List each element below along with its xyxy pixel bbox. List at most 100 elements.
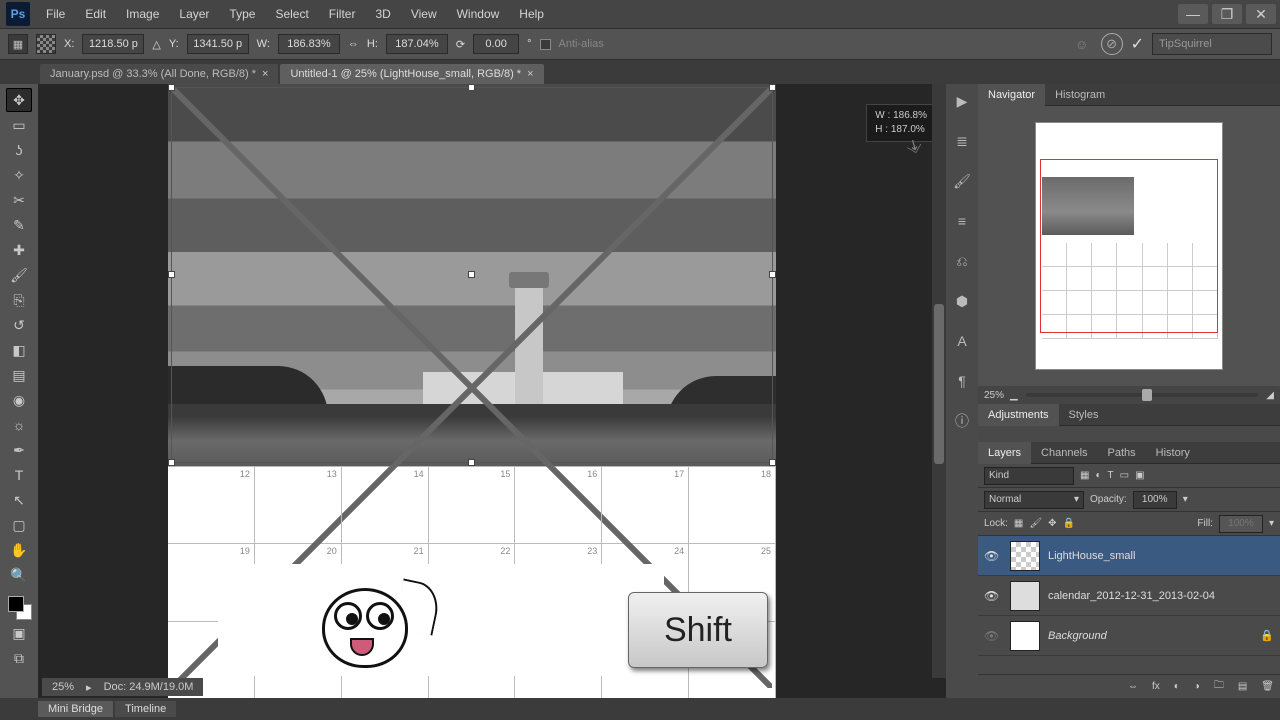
menu-edit[interactable]: Edit <box>75 5 116 23</box>
layer-thumb[interactable] <box>1010 581 1040 611</box>
history-brush-tool[interactable]: ↺ <box>6 313 32 337</box>
new-fill-icon[interactable]: ◑ <box>1194 681 1200 692</box>
navigator-zoom-value[interactable]: 25% <box>984 390 1004 401</box>
3d-icon[interactable]: ⬢ <box>951 290 973 312</box>
layer-row[interactable]: 👁 LightHouse_small <box>978 536 1280 576</box>
slider-handle[interactable] <box>1142 389 1152 401</box>
fill-flyout-icon[interactable]: ▾ <box>1269 518 1274 529</box>
delete-layer-icon[interactable]: 🗑 <box>1261 681 1274 692</box>
transform-handle[interactable] <box>168 271 175 278</box>
rotate-field[interactable]: 0.00 <box>473 34 519 54</box>
user-icon[interactable]: ☺ <box>1071 33 1093 55</box>
filter-pixel-icon[interactable]: ▦ <box>1080 470 1089 481</box>
navigator-proxy[interactable] <box>1036 123 1222 369</box>
zoom-level[interactable]: 25% <box>52 681 74 693</box>
canvas-area[interactable]: 12 13 14 15 16 17 18 19 20 21 22 23 24 2… <box>38 84 946 698</box>
info-icon[interactable]: ⓘ <box>951 410 973 432</box>
transform-handle[interactable] <box>769 271 776 278</box>
pen-tool[interactable]: ✒ <box>6 438 32 462</box>
w-field[interactable]: 186.83% <box>278 34 340 54</box>
channels-tab[interactable]: Channels <box>1031 442 1097 464</box>
navigator-zoom-slider[interactable] <box>1026 393 1259 397</box>
dodge-tool[interactable]: ☼ <box>6 413 32 437</box>
filter-adj-icon[interactable]: ◐ <box>1095 470 1101 481</box>
navigator-tab[interactable]: Navigator <box>978 84 1045 106</box>
move-tool[interactable]: ✥ <box>6 88 32 112</box>
gradient-tool[interactable]: ▤ <box>6 363 32 387</box>
layer-name[interactable]: LightHouse_small <box>1048 550 1135 562</box>
doc-tab-1[interactable]: January.psd @ 33.3% (All Done, RGB/8) * … <box>40 64 278 84</box>
lock-all-icon[interactable]: 🔒 <box>1062 518 1074 529</box>
zoom-out-icon[interactable]: ▁ <box>1010 390 1018 401</box>
visibility-toggle[interactable]: 👁 <box>984 549 998 563</box>
close-button[interactable]: ✕ <box>1246 4 1276 24</box>
layer-name[interactable]: calendar_2012-12-31_2013-02-04 <box>1048 590 1215 602</box>
menu-window[interactable]: Window <box>447 5 510 23</box>
timeline-tab[interactable]: Timeline <box>115 701 176 717</box>
link-icon[interactable]: ⇔ <box>348 38 359 50</box>
lock-transparent-icon[interactable]: ▦ <box>1014 518 1023 529</box>
paragraph-icon[interactable]: ¶ <box>951 370 973 392</box>
close-icon[interactable]: × <box>262 68 268 80</box>
fg-color-swatch[interactable] <box>8 596 24 612</box>
layer-name[interactable]: Background <box>1048 630 1107 642</box>
hand-tool[interactable]: ✋ <box>6 538 32 562</box>
layer-thumb[interactable] <box>1010 621 1040 651</box>
scroll-thumb[interactable] <box>934 304 944 464</box>
vertical-scrollbar[interactable] <box>932 84 946 678</box>
transform-handle[interactable] <box>468 459 475 466</box>
actions-icon[interactable]: ≣ <box>951 130 973 152</box>
new-group-icon[interactable]: 🗀 <box>1214 678 1224 695</box>
layer-row[interactable]: 👁 calendar_2012-12-31_2013-02-04 <box>978 576 1280 616</box>
shape-tool[interactable]: ▢ <box>6 513 32 537</box>
visibility-toggle[interactable]: 👁 <box>984 629 998 643</box>
screenmode-toggle[interactable]: ⧉ <box>6 646 32 670</box>
navigator-panel[interactable] <box>978 106 1280 386</box>
menu-help[interactable]: Help <box>509 5 554 23</box>
restore-button[interactable]: ❐ <box>1212 4 1242 24</box>
path-select-tool[interactable]: ↖ <box>6 488 32 512</box>
history-tab[interactable]: History <box>1146 442 1200 464</box>
eyedropper-tool[interactable]: ✎ <box>6 213 32 237</box>
marquee-tool[interactable]: ▭ <box>6 113 32 137</box>
color-swatches[interactable] <box>6 594 32 620</box>
filter-smart-icon[interactable]: ▣ <box>1135 470 1144 481</box>
brush-tool[interactable]: 🖌 <box>6 263 32 287</box>
antialias-check[interactable] <box>540 39 551 50</box>
paths-tab[interactable]: Paths <box>1098 442 1146 464</box>
reference-point-icon[interactable] <box>36 34 56 54</box>
fill-field[interactable]: 100% <box>1219 515 1263 533</box>
opacity-flyout-icon[interactable]: ▾ <box>1183 494 1188 505</box>
quickmask-toggle[interactable]: ▣ <box>6 621 32 645</box>
crop-tool[interactable]: ✂ <box>6 188 32 212</box>
minimize-button[interactable]: — <box>1178 4 1208 24</box>
transform-handle[interactable] <box>769 84 776 91</box>
help-search[interactable]: TipSquirrel <box>1152 33 1272 55</box>
layer-mask-icon[interactable]: ◐ <box>1174 681 1180 692</box>
lock-position-icon[interactable]: ✥ <box>1048 518 1056 529</box>
adjustments-tab[interactable]: Adjustments <box>978 404 1059 426</box>
delta-icon[interactable]: △ <box>152 38 160 51</box>
layer-thumb[interactable] <box>1010 541 1040 571</box>
healing-tool[interactable]: ✚ <box>6 238 32 262</box>
character-icon[interactable]: A <box>951 330 973 352</box>
brush-icon[interactable]: 🖌 <box>951 170 973 192</box>
y-field[interactable]: 1341.50 p <box>187 34 249 54</box>
filter-shape-icon[interactable]: ▭ <box>1120 470 1129 481</box>
layer-filter-kind[interactable]: Kind <box>984 467 1074 485</box>
visibility-toggle[interactable]: 👁 <box>984 589 998 603</box>
clone-source-icon[interactable]: ⎌ <box>951 250 973 272</box>
close-icon[interactable]: × <box>527 68 533 80</box>
eraser-tool[interactable]: ◧ <box>6 338 32 362</box>
play-icon[interactable]: ▶ <box>951 90 973 112</box>
placed-image[interactable] <box>168 84 776 466</box>
new-layer-icon[interactable]: ▤ <box>1238 681 1247 692</box>
type-tool[interactable]: T <box>6 463 32 487</box>
histogram-tab[interactable]: Histogram <box>1045 84 1115 106</box>
status-flyout-icon[interactable]: ▸ <box>86 681 92 694</box>
clone-tool[interactable]: ⎘ <box>6 288 32 312</box>
navigator-view-box[interactable] <box>1040 159 1218 333</box>
zoom-in-icon[interactable]: ◢ <box>1266 390 1274 401</box>
menu-layer[interactable]: Layer <box>169 5 219 23</box>
transform-icon[interactable]: ▦ <box>8 34 28 54</box>
